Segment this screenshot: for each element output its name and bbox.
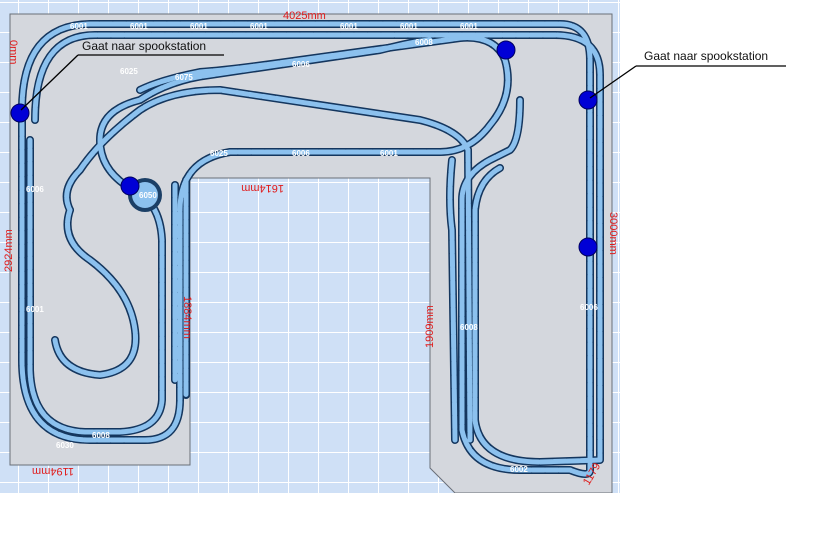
callout-left-text: Gaat naar spookstation <box>82 39 207 53</box>
callout-layer <box>20 54 786 111</box>
callout-leader-left <box>20 54 79 111</box>
callout-leader-right <box>589 65 637 99</box>
callout-right-text: Gaat naar spookstation <box>644 49 769 63</box>
